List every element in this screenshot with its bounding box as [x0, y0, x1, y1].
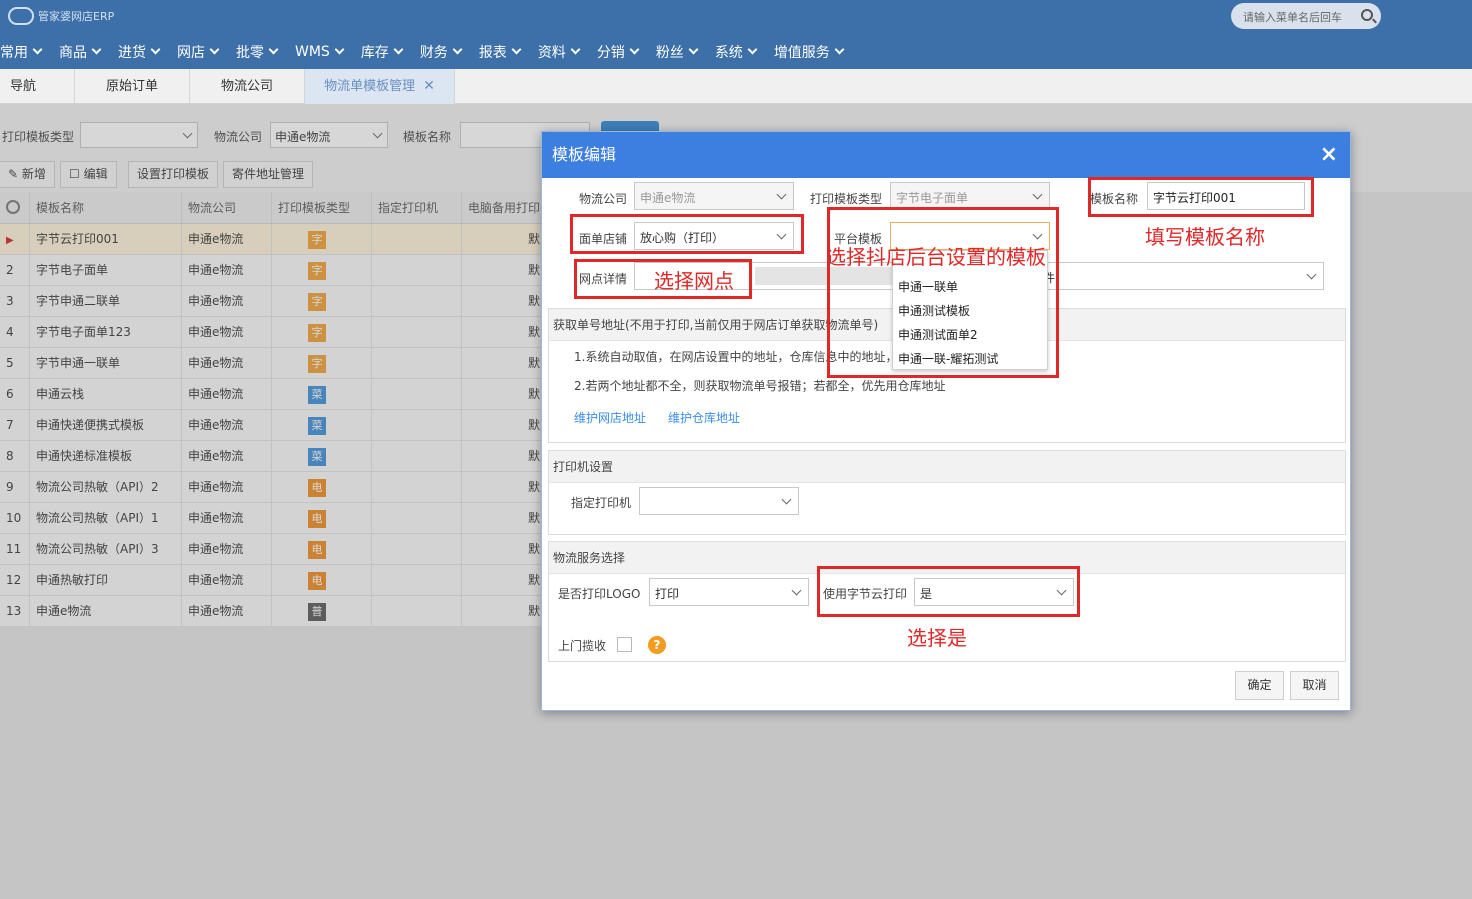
chevron-down-icon [570, 44, 581, 55]
menu-item-label: 常用 [0, 44, 28, 61]
print-type-select: 字节电子面单 [890, 182, 1050, 210]
printer-section: 打印机设置 指定打印机 [548, 450, 1346, 535]
chevron-down-icon [1032, 189, 1043, 200]
tab-label: 物流公司 [220, 79, 273, 94]
chevron-down-icon [1306, 269, 1317, 280]
menu-item[interactable]: WMS [295, 44, 355, 60]
tab[interactable]: 物流单模板管理 ✕ [305, 69, 455, 104]
menu-item-label: 商品 [59, 44, 87, 61]
annotation-box-bytecloud [817, 566, 1080, 617]
menu-item[interactable]: 批零 [236, 42, 289, 62]
chevron-down-icon [781, 494, 792, 505]
chevron-down-icon [334, 44, 345, 55]
chevron-down-icon [688, 44, 699, 55]
menu-item[interactable]: 库存 [361, 42, 414, 62]
menu-item[interactable]: 商品 [59, 42, 112, 62]
logo-text: 管家婆网店ERP [38, 10, 115, 23]
menu-item-label: 增值服务 [773, 44, 830, 61]
print-logo-select[interactable]: 打印 [649, 578, 809, 606]
chevron-down-icon [452, 44, 463, 55]
close-icon[interactable]: × [1320, 132, 1338, 178]
menu-item[interactable]: 网店 [177, 42, 230, 62]
chevron-down-icon [209, 44, 220, 55]
tab[interactable]: 导航 [0, 69, 75, 104]
menu-item[interactable]: 分销 [597, 42, 650, 62]
annotation-select-site: 选择网点 [654, 269, 734, 293]
menu-item-label: 报表 [478, 44, 507, 61]
menu-item-label: 分销 [596, 44, 625, 61]
tab-label: 物流单模板管理 [324, 79, 416, 94]
chevron-down-icon [268, 44, 279, 55]
top-header: 管家婆网店ERP 请输入菜单名后回车 [0, 0, 1472, 34]
menu-item-label: 库存 [360, 44, 389, 61]
dialog-header: 模板编辑 × [542, 132, 1350, 178]
printer-label: 指定打印机 [571, 496, 632, 510]
maintain-warehouse-address-link[interactable]: 维护仓库地址 [668, 409, 740, 426]
search-icon[interactable] [1361, 9, 1373, 21]
confirm-button[interactable]: 确定 [1235, 671, 1284, 700]
annotation-fill-name: 填写模板名称 [1145, 225, 1265, 249]
annotation-box-platform-template [827, 207, 1059, 378]
menu-item-label: 批零 [236, 44, 264, 61]
menu-item[interactable]: 进货 [118, 42, 171, 62]
tab[interactable]: 物流公司 [190, 69, 305, 104]
menu-item[interactable]: 增值服务 [774, 42, 855, 62]
app-logo: 管家婆网店ERP [8, 7, 114, 25]
menu-item[interactable]: 资料 [538, 42, 591, 62]
tab-bar: 导航 原始订单 物流公司 物流单模板管理 ✕ [0, 69, 1472, 104]
dialog-title: 模板编辑 [552, 145, 617, 164]
close-tab-icon[interactable]: ✕ [423, 69, 435, 104]
menu-item[interactable]: 常用 [0, 42, 53, 62]
menu-item-label: 财务 [419, 44, 448, 61]
chevron-down-icon [150, 44, 161, 55]
address-note-2: 2.若两个地址都不全，则获取物流单号报错；若都全，优先用仓库地址 [574, 379, 946, 393]
annotation-select-platform: 选择抖店后台设置的模板 [826, 245, 1046, 269]
maintain-shop-address-link[interactable]: 维护网店地址 [574, 409, 646, 426]
menu-search-placeholder: 请输入菜单名后回车 [1243, 11, 1342, 24]
menu-item-label: 网店 [177, 44, 205, 61]
print-logo-value: 打印 [655, 587, 680, 601]
menu-item[interactable]: 报表 [479, 42, 532, 62]
annotation-box-template-name [1088, 177, 1314, 217]
menu-item-label: 粉丝 [655, 44, 684, 61]
print-type-label: 打印模板类型 [810, 192, 883, 206]
chevron-down-icon [511, 44, 522, 55]
cancel-button[interactable]: 取消 [1290, 671, 1339, 700]
menu-item-label: 资料 [537, 44, 566, 61]
tab[interactable]: 原始订单 [75, 69, 190, 104]
chevron-down-icon [747, 44, 758, 55]
company-select: 申通e物流 [634, 182, 794, 210]
printer-select[interactable] [639, 487, 799, 515]
annotation-box-shop [570, 214, 804, 254]
main-menu-bar: 常用 商品 进货 网店 批零 WMS 库存 财务 报表 资料 分销 粉丝 系统 增值服务 [0, 34, 1472, 69]
tab-label: 原始订单 [105, 79, 158, 94]
chevron-down-icon [791, 585, 802, 596]
printer-section-title: 打印机设置 [549, 451, 1345, 483]
tab-label: 导航 [10, 79, 37, 94]
help-icon[interactable]: ? [648, 636, 666, 654]
print-logo-label: 是否打印LOGO [558, 587, 641, 601]
menu-item[interactable]: 粉丝 [656, 42, 709, 62]
menu-search-input[interactable]: 请输入菜单名后回车 [1231, 3, 1381, 29]
pickup-checkbox[interactable] [617, 637, 632, 652]
menu-item[interactable]: 财务 [420, 42, 473, 62]
pickup-label: 上门揽收 [558, 639, 607, 653]
menu-item-label: WMS [295, 43, 330, 60]
menu-item[interactable]: 系统 [715, 42, 768, 62]
menu-item-label: 进货 [118, 44, 146, 61]
chevron-down-icon [629, 44, 640, 55]
chevron-down-icon [834, 44, 845, 55]
chevron-down-icon [776, 189, 787, 200]
menu-item-label: 系统 [714, 44, 743, 61]
annotation-select-yes: 选择是 [907, 626, 967, 650]
company-label: 物流公司 [579, 192, 628, 206]
chevron-down-icon [393, 44, 404, 55]
company-value: 申通e物流 [640, 191, 696, 205]
chevron-down-icon [32, 44, 43, 55]
chevron-down-icon [91, 44, 102, 55]
cloud-logo-icon [8, 7, 34, 25]
print-type-value: 字节电子面单 [896, 191, 969, 205]
